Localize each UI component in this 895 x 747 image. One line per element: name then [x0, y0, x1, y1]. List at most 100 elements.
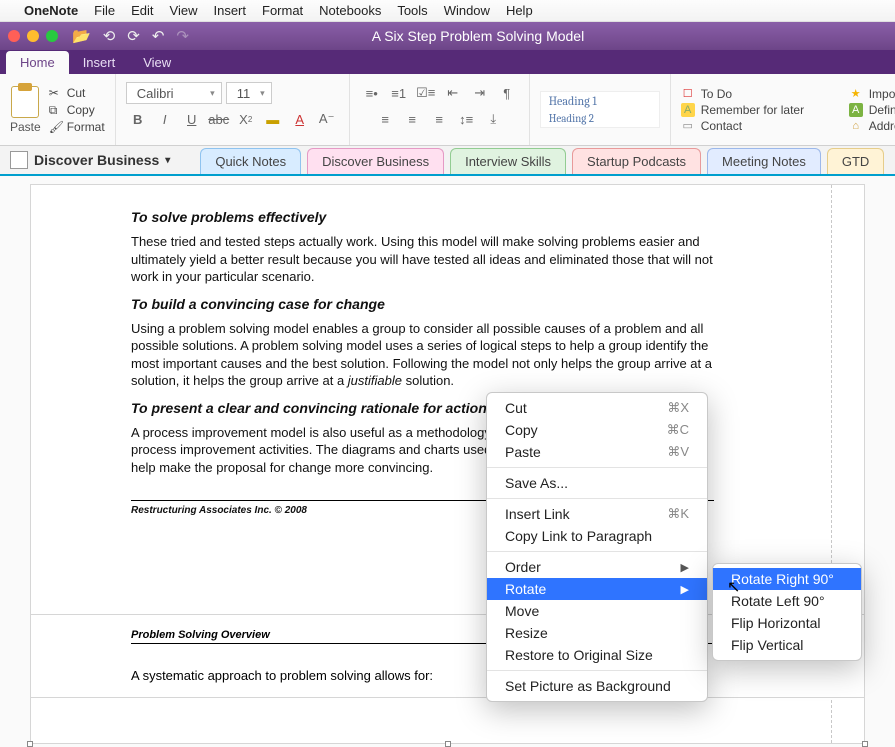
section-tab-meeting-notes[interactable]: Meeting Notes	[707, 148, 821, 174]
back-icon[interactable]: ⟲	[103, 27, 116, 45]
paste-button[interactable]: Paste	[10, 120, 41, 134]
menu-item-rotate-left-90-[interactable]: Rotate Left 90°	[713, 590, 861, 612]
style-heading1[interactable]: Heading 1	[549, 94, 651, 108]
format-button[interactable]: 🖌Format	[49, 120, 105, 134]
menu-item-resize[interactable]: Resize	[487, 622, 707, 644]
tag-icon: ★	[849, 87, 863, 101]
paragraph: Using a problem solving model enables a …	[131, 320, 714, 390]
font-family-select[interactable]: Calibri▾	[126, 82, 222, 104]
ribbon-tabs: Home Insert View	[0, 50, 895, 74]
menu-file[interactable]: File	[94, 3, 115, 18]
tab-home[interactable]: Home	[6, 51, 69, 74]
align-right-button[interactable]: ≡	[427, 108, 451, 130]
tag-definition[interactable]: ADefinition	[849, 103, 895, 117]
bold-button[interactable]: B	[126, 108, 150, 130]
menu-notebooks[interactable]: Notebooks	[319, 3, 381, 18]
tag-icon: ☐	[681, 87, 695, 101]
menu-window[interactable]: Window	[444, 3, 490, 18]
sort-button[interactable]: ⤓	[481, 108, 505, 130]
rotate-submenu[interactable]: Rotate Right 90°Rotate Left 90°Flip Hori…	[712, 563, 862, 661]
tag-icon: A	[681, 103, 695, 117]
menu-item-flip-horizontal[interactable]: Flip Horizontal	[713, 612, 861, 634]
menu-item-copy[interactable]: Copy⌘C	[487, 419, 707, 441]
copy-button[interactable]: ⧉Copy	[49, 103, 105, 117]
menu-item-flip-vertical[interactable]: Flip Vertical	[713, 634, 861, 656]
menu-item-rotate-right-90-[interactable]: Rotate Right 90°	[713, 568, 861, 590]
notebook-icon	[10, 151, 28, 169]
chevron-right-icon: ▶	[681, 561, 689, 574]
underline-button[interactable]: U	[180, 108, 204, 130]
menu-item-restore-to-original-size[interactable]: Restore to Original Size	[487, 644, 707, 666]
tag-icon: ▭	[681, 119, 695, 133]
tag-address[interactable]: ⌂Address	[849, 119, 895, 133]
tag-important[interactable]: ★Important	[849, 87, 895, 101]
menu-item-rotate[interactable]: Rotate▶	[487, 578, 707, 600]
menu-item-set-picture-as-background[interactable]: Set Picture as Background	[487, 675, 707, 697]
tab-insert[interactable]: Insert	[69, 51, 130, 74]
subscript-button[interactable]: X2	[234, 108, 258, 130]
align-left-button[interactable]: ≡	[373, 108, 397, 130]
clear-format-button[interactable]: A⁻	[315, 108, 339, 130]
menu-view[interactable]: View	[170, 3, 198, 18]
tag-icon: ⌂	[849, 119, 863, 133]
highlight-button[interactable]: ▬	[261, 108, 285, 130]
menu-item-move[interactable]: Move	[487, 600, 707, 622]
menu-format[interactable]: Format	[262, 3, 303, 18]
forward-icon[interactable]: ⟳	[127, 27, 140, 45]
section-tab-quick-notes[interactable]: Quick Notes	[200, 148, 301, 174]
numbering-button[interactable]: ≡1	[387, 82, 411, 104]
menu-insert[interactable]: Insert	[213, 3, 246, 18]
undo-icon[interactable]: ↶	[152, 27, 165, 45]
notebook-selector[interactable]: Discover Business ▾	[0, 146, 180, 174]
section-tab-interview-skills[interactable]: Interview Skills	[450, 148, 566, 174]
line-spacing-button[interactable]: ↕≡	[454, 108, 478, 130]
menu-edit[interactable]: Edit	[131, 3, 153, 18]
menu-item-save-as-[interactable]: Save As...	[487, 472, 707, 494]
tag-icon: A	[849, 103, 863, 117]
checklist-button[interactable]: ☑≡	[414, 82, 438, 104]
menu-item-copy-link-to-paragraph[interactable]: Copy Link to Paragraph	[487, 525, 707, 547]
menu-item-insert-link[interactable]: Insert Link⌘K	[487, 503, 707, 525]
font-size-select[interactable]: 11▾	[226, 82, 272, 104]
menu-help[interactable]: Help	[506, 3, 533, 18]
menu-item-cut[interactable]: Cut⌘X	[487, 397, 707, 419]
bullets-button[interactable]: ≡•	[360, 82, 384, 104]
open-icon[interactable]: 📂	[72, 27, 91, 45]
outdent-button[interactable]: ⇤	[441, 82, 465, 104]
indent-button[interactable]: ⇥	[468, 82, 492, 104]
page-content: To solve problems effectively These trie…	[31, 185, 864, 516]
menu-item-order[interactable]: Order▶	[487, 556, 707, 578]
cut-button[interactable]: ✂Cut	[49, 86, 105, 100]
tag-to-do[interactable]: ☐To Do	[681, 87, 841, 101]
tag-contact[interactable]: ▭Contact	[681, 119, 841, 133]
strike-button[interactable]: abc	[207, 108, 231, 130]
style-heading2[interactable]: Heading 2	[549, 112, 651, 125]
menu-tools[interactable]: Tools	[397, 3, 427, 18]
notebook-bar: Discover Business ▾ Quick NotesDiscover …	[0, 146, 895, 176]
zoom-button[interactable]	[46, 30, 58, 42]
tag-remember-for-later[interactable]: ARemember for later	[681, 103, 841, 117]
italic-button[interactable]: I	[153, 108, 177, 130]
minimize-button[interactable]	[27, 30, 39, 42]
font-group: Calibri▾ 11▾ B I U abc X2 ▬ A A⁻	[116, 74, 350, 145]
context-menu[interactable]: Cut⌘XCopy⌘CPaste⌘V Save As... Insert Link⌘…	[486, 392, 708, 702]
close-button[interactable]	[8, 30, 20, 42]
resize-handle[interactable]	[862, 741, 868, 747]
scissors-icon: ✂	[49, 86, 62, 99]
align-center-button[interactable]: ≡	[400, 108, 424, 130]
section-tab-gtd[interactable]: GTD	[827, 148, 884, 174]
paste-icon[interactable]	[11, 86, 39, 118]
resize-handle[interactable]	[445, 741, 451, 747]
brush-icon: 🖌	[49, 120, 62, 133]
tab-view[interactable]: View	[129, 51, 185, 74]
app-name[interactable]: OneNote	[24, 3, 78, 18]
resize-handle[interactable]	[27, 741, 33, 747]
font-color-button[interactable]: A	[288, 108, 312, 130]
paragraph-button[interactable]: ¶	[495, 82, 519, 104]
menu-item-paste[interactable]: Paste⌘V	[487, 441, 707, 463]
traffic-lights	[8, 30, 58, 42]
section-tab-startup-podcasts[interactable]: Startup Podcasts	[572, 148, 701, 174]
redo-icon[interactable]: ↷	[176, 27, 189, 45]
mac-menubar: OneNote File Edit View Insert Format Not…	[0, 0, 895, 22]
section-tab-discover-business[interactable]: Discover Business	[307, 148, 444, 174]
